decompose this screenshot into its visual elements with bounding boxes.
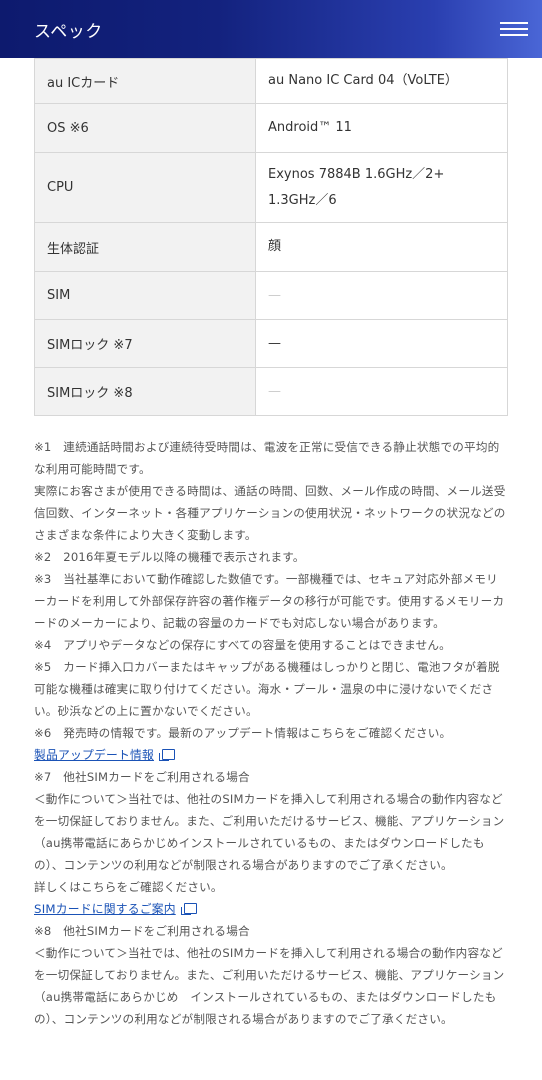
spec-label: SIMロック ※8 <box>34 367 256 416</box>
spec-row: 生体認証 顔 <box>34 222 508 272</box>
spec-row: SIMロック ※7 — <box>34 319 508 368</box>
footnote-7: ※7 他社SIMカードをご利用される場合 <box>34 770 250 784</box>
spec-label: au ICカード <box>34 58 256 104</box>
footnote-1-detail: 実際にお客さまが使用できる時間は、通話の時間、回数、メール作成の時間、メール送受… <box>34 484 506 542</box>
footnote-8-detail: ＜動作について＞当社では、他社のSIMカードを挿入して利用される場合の動作内容な… <box>34 946 505 1026</box>
spec-label: 生体認証 <box>34 222 256 272</box>
spec-table: au ICカード au Nano IC Card 04（VoLTE） OS ※6… <box>34 58 508 416</box>
footnote-3: ※3 当社基準において動作確認した数値です。一部機種では、セキュア対応外部メモリ… <box>34 572 505 630</box>
update-link-row: 製品アップデート情報 <box>34 744 508 766</box>
spec-value: — <box>255 367 508 416</box>
footnote-6: ※6 発売時の情報です。最新のアップデート情報はこちらをご確認ください。 <box>34 726 452 740</box>
page-header: スペック <box>0 0 542 58</box>
spec-label: SIMロック ※7 <box>34 319 256 368</box>
external-link-icon <box>158 749 175 761</box>
spec-row: au ICカード au Nano IC Card 04（VoLTE） <box>34 58 508 104</box>
external-link-icon <box>180 903 197 915</box>
spec-value: Android™ 11 <box>255 103 508 153</box>
spec-value: Exynos 7884B 1.6GHz／2+ 1.3GHz／6 <box>255 152 508 223</box>
footnote-1: ※1 連続通話時間および連続待受時間は、電波を正常に受信できる静止状態での平均的… <box>34 440 500 476</box>
spec-row: OS ※6 Android™ 11 <box>34 103 508 153</box>
footnote-4: ※4 アプリやデータなどの保存にすべての容量を使用することはできません。 <box>34 638 451 652</box>
spec-value: au Nano IC Card 04（VoLTE） <box>255 58 508 104</box>
sim-link-row: SIMカードに関するご案内 <box>34 898 508 920</box>
footnote-2: ※2 2016年夏モデル以降の機種で表示されます。 <box>34 550 305 564</box>
spec-label: CPU <box>34 152 256 223</box>
spec-label: OS ※6 <box>34 103 256 153</box>
page-title: スペック <box>34 21 103 42</box>
hamburger-menu-icon[interactable] <box>500 21 528 37</box>
footnote-7-detail: ＜動作について＞当社では、他社のSIMカードを挿入して利用される場合の動作内容な… <box>34 792 505 872</box>
spec-row: SIMロック ※8 — <box>34 367 508 416</box>
spec-row: SIM — <box>34 271 508 320</box>
spec-value: — <box>255 319 508 368</box>
product-update-link[interactable]: 製品アップデート情報 <box>34 748 154 762</box>
sim-card-info-link[interactable]: SIMカードに関するご案内 <box>34 902 176 916</box>
footnotes: ※1 連続通話時間および連続待受時間は、電波を正常に受信できる静止状態での平均的… <box>34 436 508 1030</box>
footnote-8: ※8 他社SIMカードをご利用される場合 <box>34 924 250 938</box>
footnote-7-more: 詳しくはこちらをご確認ください。 <box>34 880 223 894</box>
spec-row: CPU Exynos 7884B 1.6GHz／2+ 1.3GHz／6 <box>34 152 508 223</box>
spec-value: 顔 <box>255 222 508 272</box>
footnote-5: ※5 カード挿入口カバーまたはキャップがある機種はしっかりと閉じ、電池フタが着脱… <box>34 660 500 718</box>
spec-value: — <box>255 271 508 320</box>
spec-label: SIM <box>34 271 256 320</box>
